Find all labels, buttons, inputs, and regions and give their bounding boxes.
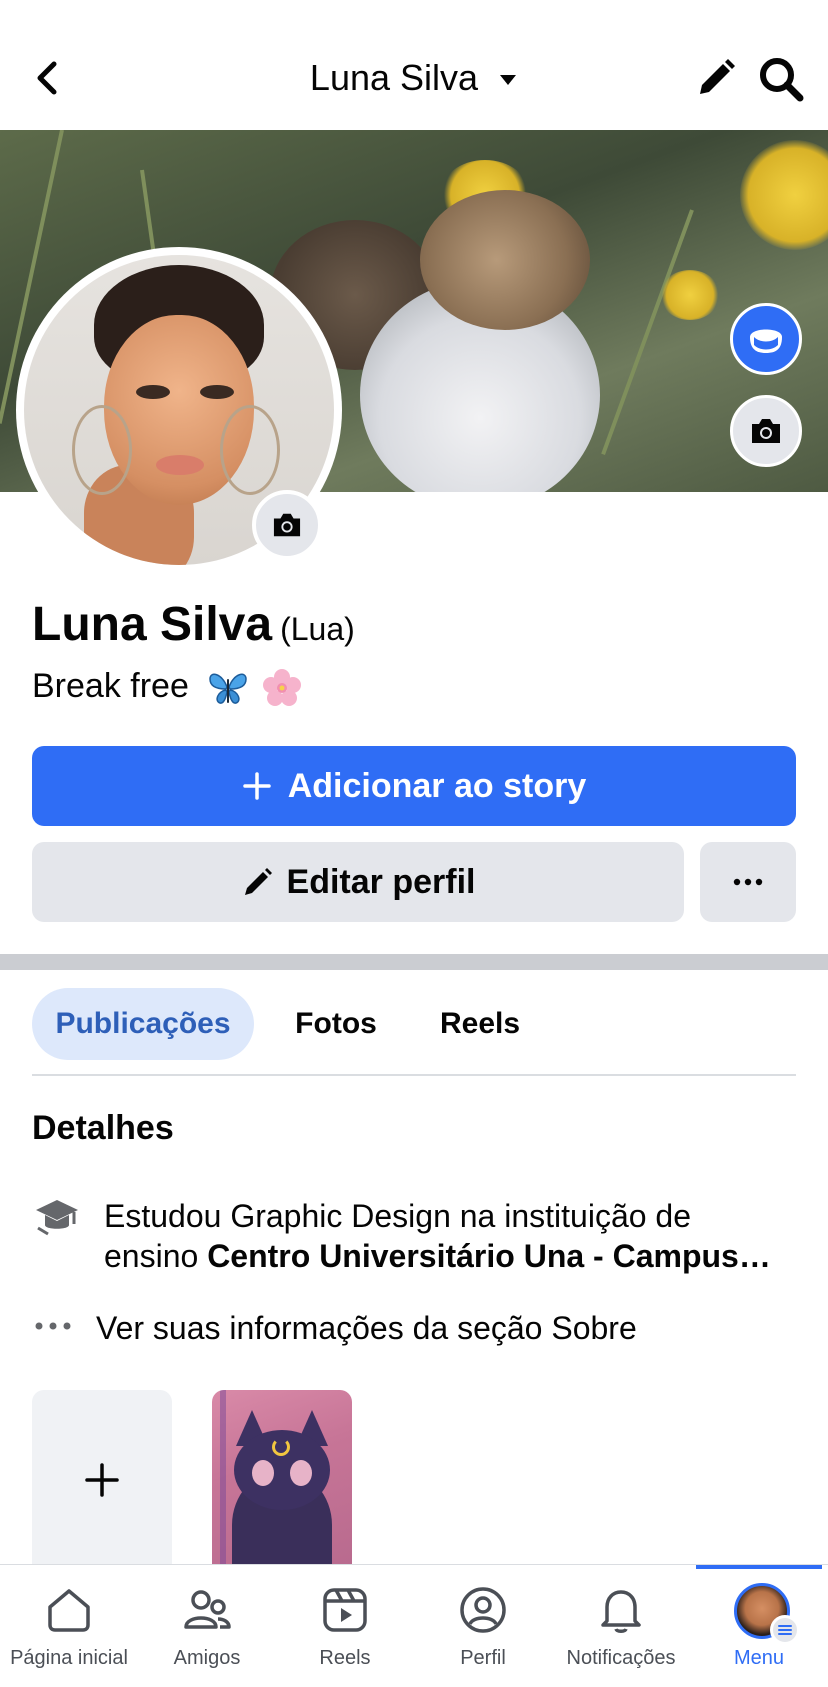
education-detail[interactable]: Estudou Graphic Design na instituição de… [104,1196,804,1276]
cherry-blossom-emoji-icon [262,669,301,707]
bell-icon [601,1590,641,1633]
nav-notifications-label: Notificações [566,1647,676,1669]
search-icon[interactable] [756,54,806,104]
nav-reels[interactable]: Reels [276,1565,414,1687]
avatar-button[interactable] [730,303,802,375]
nav-profile-label: Perfil [460,1647,506,1669]
education-line1: Estudou Graphic Design na instituição de [104,1198,692,1234]
eye [200,385,234,399]
nav-notifications[interactable]: Notificações [552,1565,690,1687]
profile-name-text: Luna Silva [32,598,273,651]
section-divider [0,954,828,970]
top-bar: Luna Silva [0,0,828,130]
profile-nickname: (Lua) [280,611,355,647]
nav-home[interactable]: Página inicial [0,1565,138,1687]
tab-publicacoes[interactable]: Publicações [32,988,254,1060]
graduation-cap-icon [36,1200,78,1236]
more-dots-icon [35,1322,71,1330]
nav-friends-label: Amigos [173,1647,241,1669]
home-icon [48,1589,90,1632]
pencil-icon [244,868,272,895]
more-options-button[interactable] [700,842,796,922]
nav-home-label: Página inicial [10,1647,128,1669]
earring [220,405,280,495]
eye [136,385,170,399]
profile-icon [460,1587,506,1633]
education-line2-prefix: ensino [104,1238,208,1274]
earring [72,405,132,495]
nav-reels-label: Reels [319,1647,371,1669]
tab-reels[interactable]: Reels [422,988,538,1060]
cat-eye [290,1460,312,1486]
cat-eye [252,1460,274,1486]
reels-icon [323,1588,367,1632]
nav-menu-label: Menu [733,1647,785,1669]
friends-icon [184,1590,231,1629]
bottom-navigation: Página inicial Amigos Reels Perfil Notif… [0,1564,828,1687]
flower-stem [601,209,694,456]
highlight-item[interactable] [212,1390,352,1570]
tabs-divider [32,1074,796,1076]
education-line2: ensino Centro Universitário Una - Campus… [104,1236,804,1276]
nav-menu[interactable]: Menu [690,1565,828,1687]
butterfly-emoji-icon [209,673,248,704]
bio-text: Break free [32,667,189,705]
avatar-face-icon [750,329,782,353]
nav-profile[interactable]: Perfil [414,1565,552,1687]
caret-down-icon [500,75,517,86]
add-to-story-label: Adicionar ao story [287,766,587,805]
header-title-text: Luna Silva [309,57,479,98]
hamburger-badge-icon [770,1615,800,1645]
education-institution: Centro Universitário Una - Campus… [207,1238,771,1274]
profile-bio: Break free [32,664,302,708]
cover-camera-button[interactable] [730,395,802,467]
more-dots-icon [733,878,763,886]
profile-camera-button[interactable] [252,490,322,560]
plus-icon [242,772,271,800]
add-highlight-button[interactable] [32,1390,172,1570]
profile-name: Luna Silva (Lua) [32,596,355,658]
profile-page: Luna Silva Luna Silva (Lua) Break free A… [0,0,828,1687]
plus-icon [85,1463,119,1497]
window-frame [220,1390,226,1570]
pencil-icon[interactable] [692,54,740,102]
details-heading: Detalhes [32,1109,174,1147]
edit-profile-label: Editar perfil [286,862,476,901]
lips [156,455,204,475]
nav-friends[interactable]: Amigos [138,1565,276,1687]
see-about-link[interactable]: Ver suas informações da seção Sobre [96,1308,637,1348]
add-to-story-button[interactable]: Adicionar ao story [32,746,796,826]
camera-icon [752,419,780,443]
yellow-flower [660,270,720,320]
tab-fotos[interactable]: Fotos [276,988,396,1060]
crescent-moon-icon [272,1438,290,1456]
edit-profile-button[interactable]: Editar perfil [32,842,684,922]
yellow-flower [740,140,828,250]
cat-right [420,190,590,330]
camera-icon [273,513,301,537]
